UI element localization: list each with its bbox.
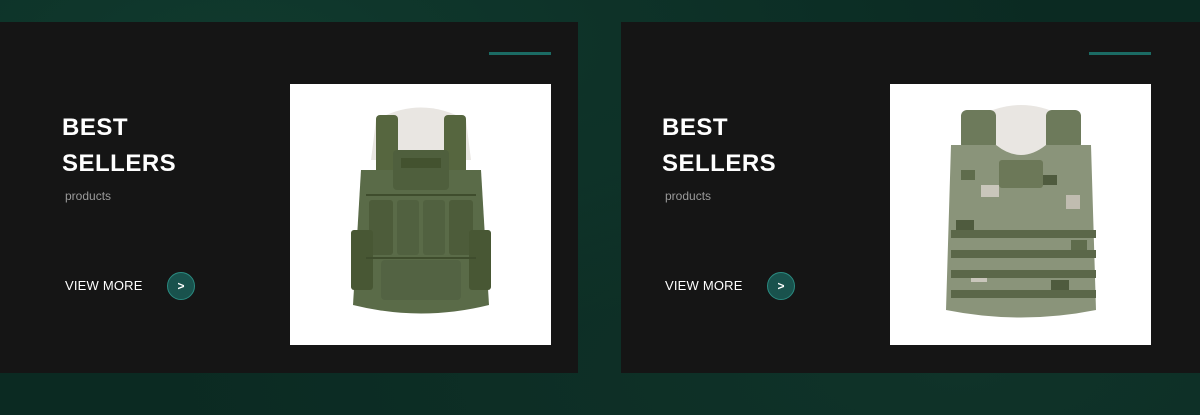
card-title: BEST SELLERS [62,110,176,182]
card-subtitle: products [65,189,112,203]
product-image[interactable] [290,84,551,345]
olive-tactical-vest-image [350,107,491,313]
next-arrow-button[interactable]: > [167,272,195,300]
view-more-link[interactable]: VIEW MORE [665,278,743,293]
camo-tactical-vest-image [945,104,1096,317]
title-line-2: SELLERS [662,150,777,177]
title-line-1: BEST [62,114,129,141]
next-arrow-button[interactable]: > [767,272,795,300]
promo-card-right: BEST SELLERS products VIEW MORE > [621,22,1200,373]
card-subtitle: products [665,189,712,203]
title-line-1: BEST [662,114,729,141]
card-title: BEST SELLERS [662,110,776,182]
title-line-2: SELLERS [62,150,177,177]
promo-card-left: BEST SELLERS products VIEW MORE > [0,22,578,373]
product-image[interactable] [890,84,1151,345]
accent-line [489,52,551,55]
accent-line [1089,52,1151,55]
view-more-link[interactable]: VIEW MORE [65,278,143,293]
